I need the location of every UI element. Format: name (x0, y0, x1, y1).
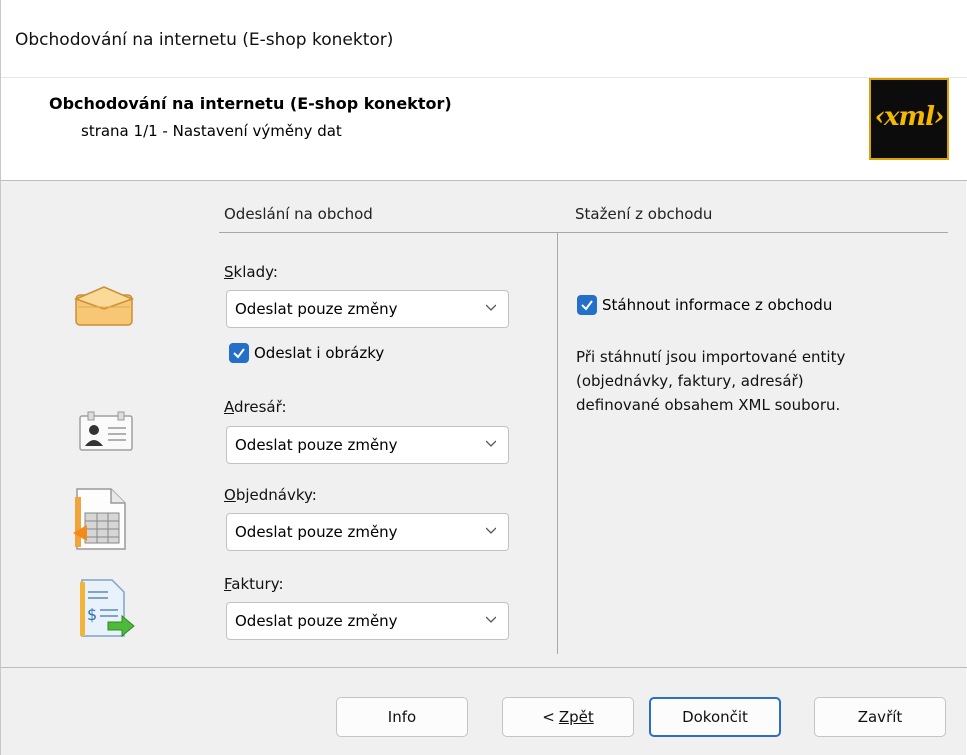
warehouses-select-value: Odeslat pouze změny (235, 300, 398, 318)
send-images-label: Odeslat i obrázky (254, 344, 385, 362)
invoices-label: Faktury: (224, 575, 284, 593)
send-images-checkbox[interactable]: Odeslat i obrázky (229, 343, 384, 363)
send-column-rule (219, 232, 557, 233)
orders-document-icon (71, 487, 131, 555)
chevron-down-icon (486, 616, 496, 623)
orders-select-value: Odeslat pouze změny (235, 523, 398, 541)
download-info-label: Stáhnout informace z obchodu (602, 296, 833, 314)
wizard-header: Obchodování na internetu (E-shop konekto… (1, 78, 967, 181)
download-column-rule (558, 232, 948, 233)
finish-button[interactable]: Dokončit (649, 697, 781, 737)
send-column-title: Odeslání na obchod (224, 205, 373, 223)
footer-divider (1, 667, 967, 668)
wizard-subtitle: strana 1/1 - Nastavení výměny dat (81, 122, 342, 140)
invoices-select[interactable]: Odeslat pouze změny (226, 602, 509, 640)
download-description: Při stáhnutí jsou importované entity (ob… (576, 345, 845, 417)
chevron-down-icon (486, 304, 496, 311)
download-description-line: Při stáhnutí jsou importované entity (576, 348, 846, 366)
svg-text:$: $ (87, 605, 97, 624)
xml-logo: ‹xml› (869, 78, 949, 160)
column-divider (557, 232, 558, 654)
warehouses-select[interactable]: Odeslat pouze změny (226, 290, 509, 328)
orders-select[interactable]: Odeslat pouze změny (226, 513, 509, 551)
warehouse-box-icon (73, 285, 135, 331)
invoice-document-icon: $ (78, 578, 138, 644)
download-column-title: Stažení z obchodu (575, 205, 713, 223)
orders-label: Objednávky: (224, 486, 317, 504)
address-book-select-value: Odeslat pouze změny (235, 436, 398, 454)
download-description-line: (objednávky, faktury, adresář) (576, 372, 804, 390)
download-description-line: definované obsahem XML souboru. (576, 396, 841, 414)
checkmark-icon (229, 343, 249, 363)
xml-logo-text: ‹xml› (874, 102, 945, 132)
address-book-label: Adresář: (224, 398, 287, 416)
window-title: Obchodování na internetu (E-shop konekto… (15, 30, 394, 50)
info-button[interactable]: Info (336, 697, 468, 737)
back-button[interactable]: < Zpět (502, 697, 634, 737)
chevron-down-icon (486, 440, 496, 447)
chevron-down-icon (486, 527, 496, 534)
wizard-title: Obchodování na internetu (E-shop konekto… (49, 94, 452, 113)
wizard-window: Obchodování na internetu (E-shop konekto… (0, 0, 967, 755)
checkmark-icon (577, 295, 597, 315)
warehouses-label: Sklady: (224, 263, 278, 281)
invoices-select-value: Odeslat pouze změny (235, 612, 398, 630)
close-button[interactable]: Zavřít (814, 697, 946, 737)
title-bar: Obchodování na internetu (E-shop konekto… (1, 0, 967, 78)
address-card-icon (78, 410, 134, 456)
address-book-select[interactable]: Odeslat pouze změny (226, 426, 509, 464)
download-info-checkbox[interactable]: Stáhnout informace z obchodu (577, 295, 832, 315)
